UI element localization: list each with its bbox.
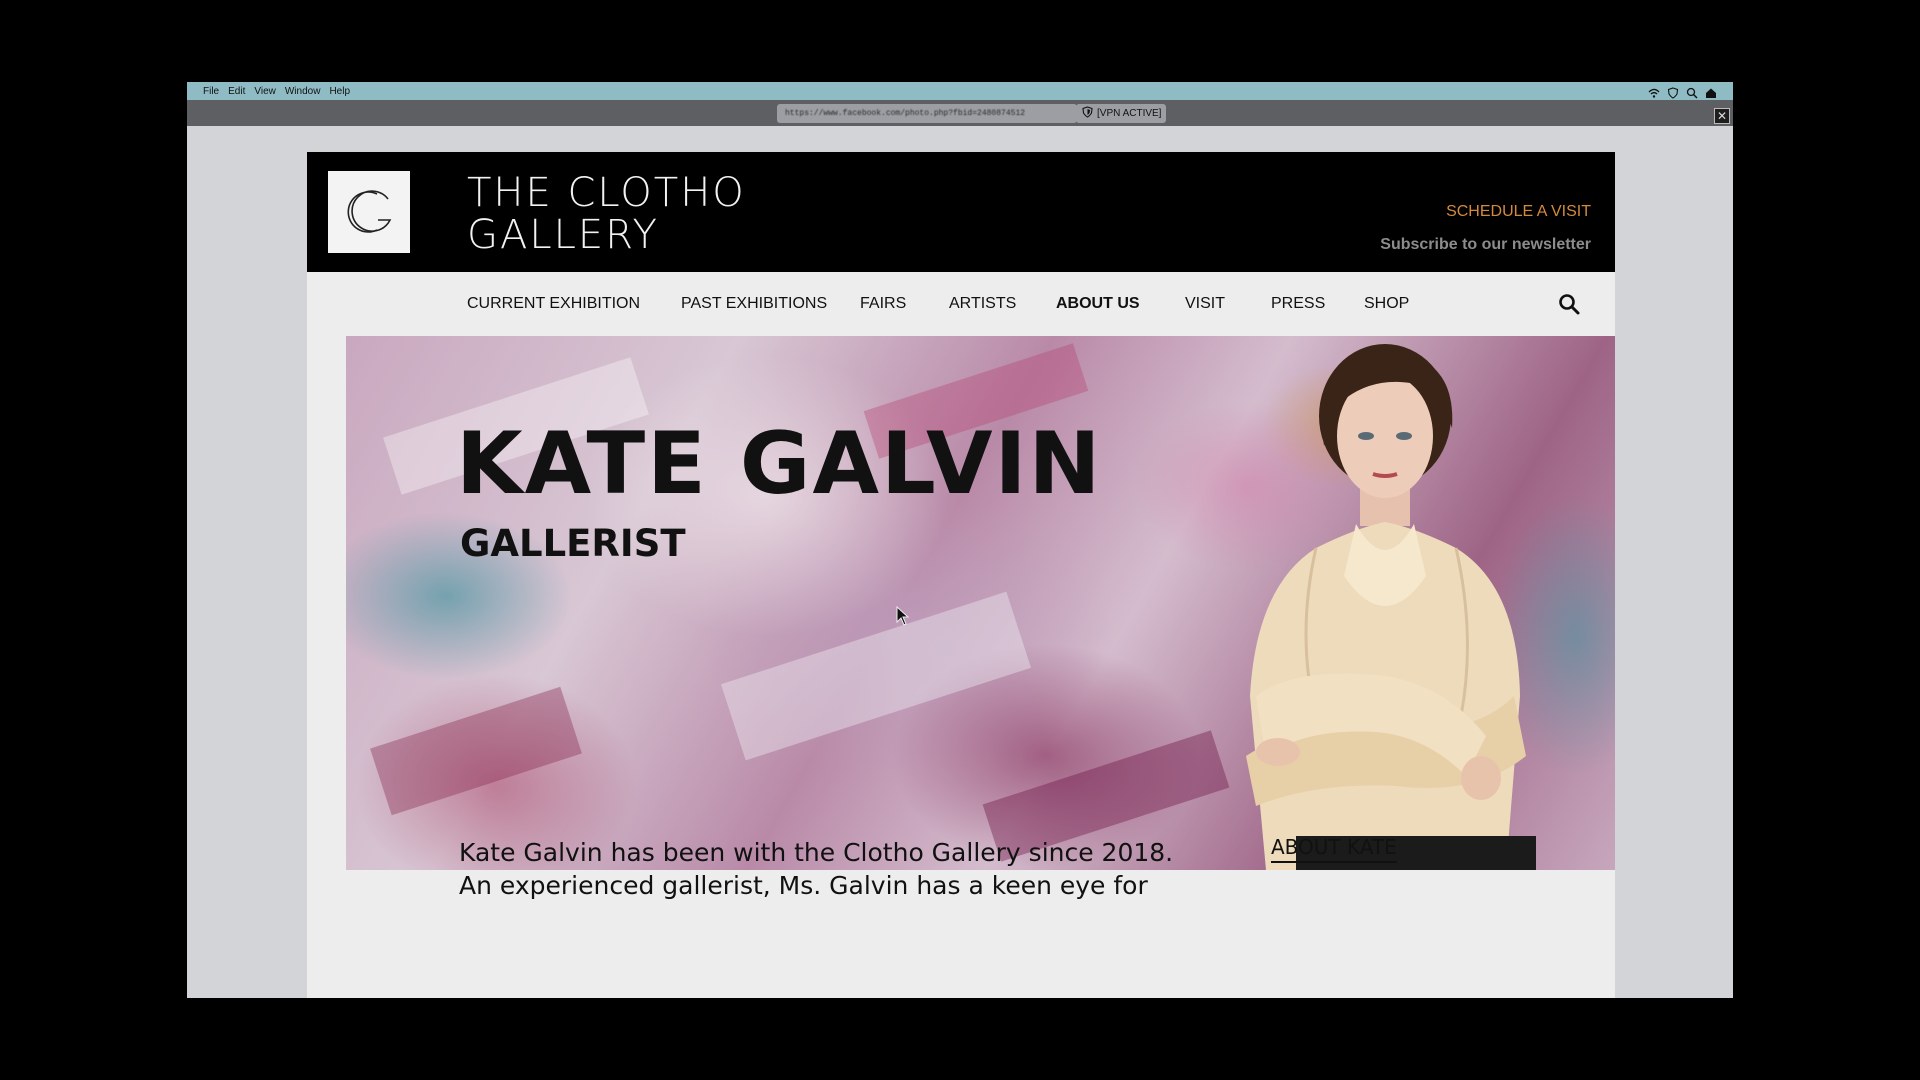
clotho-logo-icon xyxy=(347,190,392,233)
nav-fairs[interactable]: FAIRS xyxy=(860,295,906,313)
shield-icon[interactable] xyxy=(1667,84,1679,99)
gallerist-portrait xyxy=(1246,344,1536,870)
spotlight-search-icon[interactable] xyxy=(1686,84,1698,99)
menu-window[interactable]: Window xyxy=(285,86,321,97)
vpn-status-badge[interactable]: [VPN ACTIVE] xyxy=(1076,104,1166,123)
vpn-shield-icon xyxy=(1082,106,1093,121)
menu-bar: File Edit View Window Help xyxy=(187,82,1733,100)
nav-artists[interactable]: ARTISTS xyxy=(949,295,1016,313)
nav-about-us[interactable]: ABOUT US xyxy=(1056,295,1140,313)
search-button[interactable] xyxy=(1557,292,1581,316)
nav-visit[interactable]: VISIT xyxy=(1185,295,1225,313)
screen: File Edit View Window Help https://www.f… xyxy=(187,82,1733,998)
bio-paragraph: Kate Galvin has been with the Clotho Gal… xyxy=(459,838,1174,900)
search-icon xyxy=(1559,294,1580,315)
web-page: THE CLOTHO GALLERY SCHEDULE A VISIT Subs… xyxy=(307,152,1615,998)
hero-name: KATE GALVIN xyxy=(456,414,1103,514)
gallery-logo[interactable] xyxy=(328,171,410,253)
hero-title: GALLERIST xyxy=(460,522,686,565)
paint-streak xyxy=(370,686,582,816)
close-button[interactable]: ✕ xyxy=(1714,108,1730,124)
close-icon: ✕ xyxy=(1716,109,1728,123)
home-icon[interactable] xyxy=(1705,84,1717,98)
main-nav: CURRENT EXHIBITION PAST EXHIBITIONS FAIR… xyxy=(307,272,1615,336)
mouse-pointer-icon xyxy=(896,606,910,626)
wifi-icon[interactable] xyxy=(1648,84,1660,98)
menu-edit[interactable]: Edit xyxy=(228,86,245,97)
paint-streak xyxy=(720,591,1032,761)
url-text: https://www.facebook.com/photo.php?fbid=… xyxy=(785,109,1026,118)
url-field[interactable]: https://www.facebook.com/photo.php?fbid=… xyxy=(777,104,1077,123)
vpn-label: [VPN ACTIVE] xyxy=(1097,108,1162,119)
schedule-visit-link[interactable]: SCHEDULE A VISIT xyxy=(1446,203,1591,221)
site-header: THE CLOTHO GALLERY SCHEDULE A VISIT Subs… xyxy=(307,152,1615,272)
menu-help[interactable]: Help xyxy=(329,86,350,97)
newsletter-link[interactable]: Subscribe to our newsletter xyxy=(1380,236,1591,254)
nav-past-exhibitions[interactable]: PAST EXHIBITIONS xyxy=(681,295,827,313)
status-icons xyxy=(1648,84,1717,99)
address-bar: https://www.facebook.com/photo.php?fbid=… xyxy=(187,100,1733,126)
gallery-name-line2: GALLERY xyxy=(467,212,659,258)
gallery-name-line1: THE CLOTHO xyxy=(467,170,746,216)
gallery-name[interactable]: THE CLOTHO GALLERY xyxy=(467,172,746,256)
nav-shop[interactable]: SHOP xyxy=(1364,295,1409,313)
hero-banner: KATE GALVIN GALLERIST xyxy=(346,336,1615,870)
nav-press[interactable]: PRESS xyxy=(1271,295,1325,313)
nav-current-exhibition[interactable]: CURRENT EXHIBITION xyxy=(467,295,640,313)
menu-file[interactable]: File xyxy=(203,86,219,97)
about-kate-heading[interactable]: ABOUT KATE xyxy=(1271,835,1397,863)
menu-view[interactable]: View xyxy=(254,86,276,97)
